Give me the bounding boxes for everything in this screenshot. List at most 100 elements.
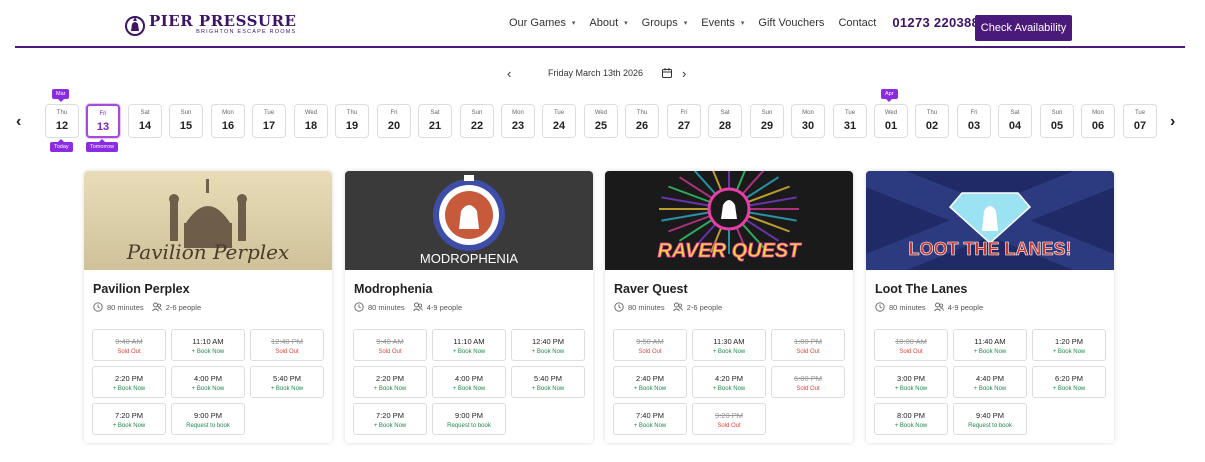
day-button[interactable]: Sun 22	[460, 104, 494, 138]
timeslot-button[interactable]: 2:20 PM + Book Now	[353, 366, 427, 398]
nav-groups[interactable]: Groups ▾	[642, 17, 688, 29]
timeslot-status: + Book Now	[270, 386, 304, 392]
day-button[interactable]: Thu 02	[915, 104, 949, 138]
timeslot-button[interactable]: 11:10 AM + Book Now	[171, 329, 245, 361]
timeslot-button[interactable]: 12:40 PM + Book Now	[511, 329, 585, 361]
check-availability-button[interactable]: Check Availability	[975, 15, 1072, 41]
day-button[interactable]: Sun 05	[1040, 104, 1074, 138]
timeslot-status: Sold Out	[796, 386, 820, 392]
chevron-left-icon[interactable]: ‹	[16, 113, 21, 131]
timeslot-button: 9:40 AM Sold Out	[92, 329, 166, 361]
game-image[interactable]: MODROPHENIA	[345, 171, 593, 270]
day-button[interactable]: Sun 15	[169, 104, 203, 138]
timeslot-button[interactable]: 9:00 PM Request to book	[171, 403, 245, 435]
timeslot-button[interactable]: 5:40 PM + Book Now	[250, 366, 324, 398]
nav-events[interactable]: Events ▾	[701, 17, 744, 29]
game-duration: 80 minutes	[628, 302, 665, 312]
day-button[interactable]: Tue 07	[1123, 104, 1157, 138]
timeslot-time: 6:00 PM	[794, 374, 822, 383]
timeslot-time: 1:00 PM	[794, 337, 822, 346]
day-name: Fri	[970, 110, 978, 116]
day-button[interactable]: Sat 04	[998, 104, 1032, 138]
day-button[interactable]: Mon 06	[1081, 104, 1115, 138]
game-title[interactable]: Raver Quest	[614, 282, 688, 296]
nav-gift-vouchers[interactable]: Gift Vouchers	[758, 17, 824, 29]
day-button[interactable]: Wed 01	[874, 104, 908, 138]
timeslot-button[interactable]: 11:40 AM + Book Now	[953, 329, 1027, 361]
day-button[interactable]: Fri 13	[86, 104, 120, 138]
timeslot-button[interactable]: 2:40 PM + Book Now	[613, 366, 687, 398]
day-name: Thu	[56, 110, 68, 116]
timeslot-button[interactable]: 1:20 PM + Book Now	[1032, 329, 1106, 361]
game-title[interactable]: Loot The Lanes	[875, 282, 967, 296]
timeslot-button[interactable]: 4:00 PM + Book Now	[432, 366, 506, 398]
day-button[interactable]: Wed 25	[584, 104, 618, 138]
timeslot-button[interactable]: 6:20 PM + Book Now	[1032, 366, 1106, 398]
day-number: 06	[1091, 120, 1105, 132]
game-image[interactable]: LOOT THE LANES!	[866, 171, 1114, 270]
timeslot-button[interactable]: 8:00 PM + Book Now	[874, 403, 948, 435]
calendar-icon[interactable]	[662, 68, 672, 78]
timeslot-button[interactable]: 4:00 PM + Book Now	[171, 366, 245, 398]
chevron-left-icon[interactable]: ‹	[507, 66, 511, 81]
timeslot-button[interactable]: 7:20 PM + Book Now	[92, 403, 166, 435]
timeslot-button: 6:00 PM Sold Out	[771, 366, 845, 398]
day-button[interactable]: Mon 30	[791, 104, 825, 138]
game-image[interactable]: Pavilion Perplex	[84, 171, 332, 270]
timeslot-status: + Book Now	[1052, 349, 1086, 355]
day-number: 02	[925, 120, 939, 132]
day-button[interactable]: Tue 24	[542, 104, 576, 138]
day-button[interactable]: Fri 03	[957, 104, 991, 138]
timeslot-time: 1:20 PM	[1055, 337, 1083, 346]
day-button[interactable]: Sat 28	[708, 104, 742, 138]
nav-contact[interactable]: Contact	[838, 17, 876, 29]
day-name: Sat	[430, 110, 440, 116]
logo[interactable]: PIER PRESSURE BRIGHTON ESCAPE ROOMS	[125, 14, 296, 36]
game-title[interactable]: Pavilion Perplex	[93, 282, 190, 296]
day-name: Sat	[140, 110, 150, 116]
timeslot-button[interactable]: 11:30 AM + Book Now	[692, 329, 766, 361]
day-button[interactable]: Sun 29	[750, 104, 784, 138]
timeslot-button[interactable]: 11:10 AM + Book Now	[432, 329, 506, 361]
day-button[interactable]: Mon 16	[211, 104, 245, 138]
phone-number[interactable]: 01273 220388	[892, 15, 979, 30]
timeslot-button[interactable]: 7:20 PM + Book Now	[353, 403, 427, 435]
timeslot-button[interactable]: 3:00 PM + Book Now	[874, 366, 948, 398]
timeslot-button[interactable]: 5:40 PM + Book Now	[511, 366, 585, 398]
chevron-right-icon[interactable]: ›	[682, 66, 686, 81]
timeslot-time: 9:00 PM	[455, 411, 483, 420]
day-button[interactable]: Mon 23	[501, 104, 535, 138]
game-duration: 80 minutes	[368, 302, 405, 312]
timeslot-status: + Book Now	[712, 349, 746, 355]
nav-label: About	[589, 16, 619, 29]
day-button[interactable]: Sat 14	[128, 104, 162, 138]
chevron-right-icon[interactable]: ›	[1170, 113, 1175, 131]
timeslot-button[interactable]: 9:00 PM Request to book	[432, 403, 506, 435]
day-button[interactable]: Sat 21	[418, 104, 452, 138]
day-button[interactable]: Tue 31	[833, 104, 867, 138]
day-button[interactable]: Wed 18	[294, 104, 328, 138]
nav-our-games[interactable]: Our Games ▾	[509, 17, 575, 29]
timeslot-button[interactable]: 4:20 PM + Book Now	[692, 366, 766, 398]
month-tag: Mar	[52, 89, 70, 102]
game-image[interactable]: RAVER QUEST	[605, 171, 853, 270]
day-button[interactable]: Tue 17	[252, 104, 286, 138]
game-title[interactable]: Modrophenia	[354, 282, 432, 296]
day-name: Tue	[1134, 110, 1146, 116]
timeslot-button[interactable]: 2:20 PM + Book Now	[92, 366, 166, 398]
nav-about[interactable]: About ▾	[589, 17, 627, 29]
timeslot-time: 12:40 PM	[531, 337, 565, 346]
timeslot-button[interactable]: 9:40 PM Request to book	[953, 403, 1027, 435]
day-number: 20	[387, 120, 401, 132]
day-button[interactable]: Fri 20	[377, 104, 411, 138]
day-button[interactable]: Thu 26	[625, 104, 659, 138]
day-button[interactable]: Thu 12	[45, 104, 79, 138]
timeslot-button[interactable]: 7:40 PM + Book Now	[613, 403, 687, 435]
timeslot-time: 6:20 PM	[1055, 374, 1083, 383]
day-number: 26	[635, 120, 649, 132]
timeslot-button[interactable]: 4:40 PM + Book Now	[953, 366, 1027, 398]
day-button[interactable]: Thu 19	[335, 104, 369, 138]
day-button[interactable]: Fri 27	[667, 104, 701, 138]
game-meta: 80 minutes 4-9 people	[354, 302, 462, 312]
day-number: 23	[511, 120, 525, 132]
